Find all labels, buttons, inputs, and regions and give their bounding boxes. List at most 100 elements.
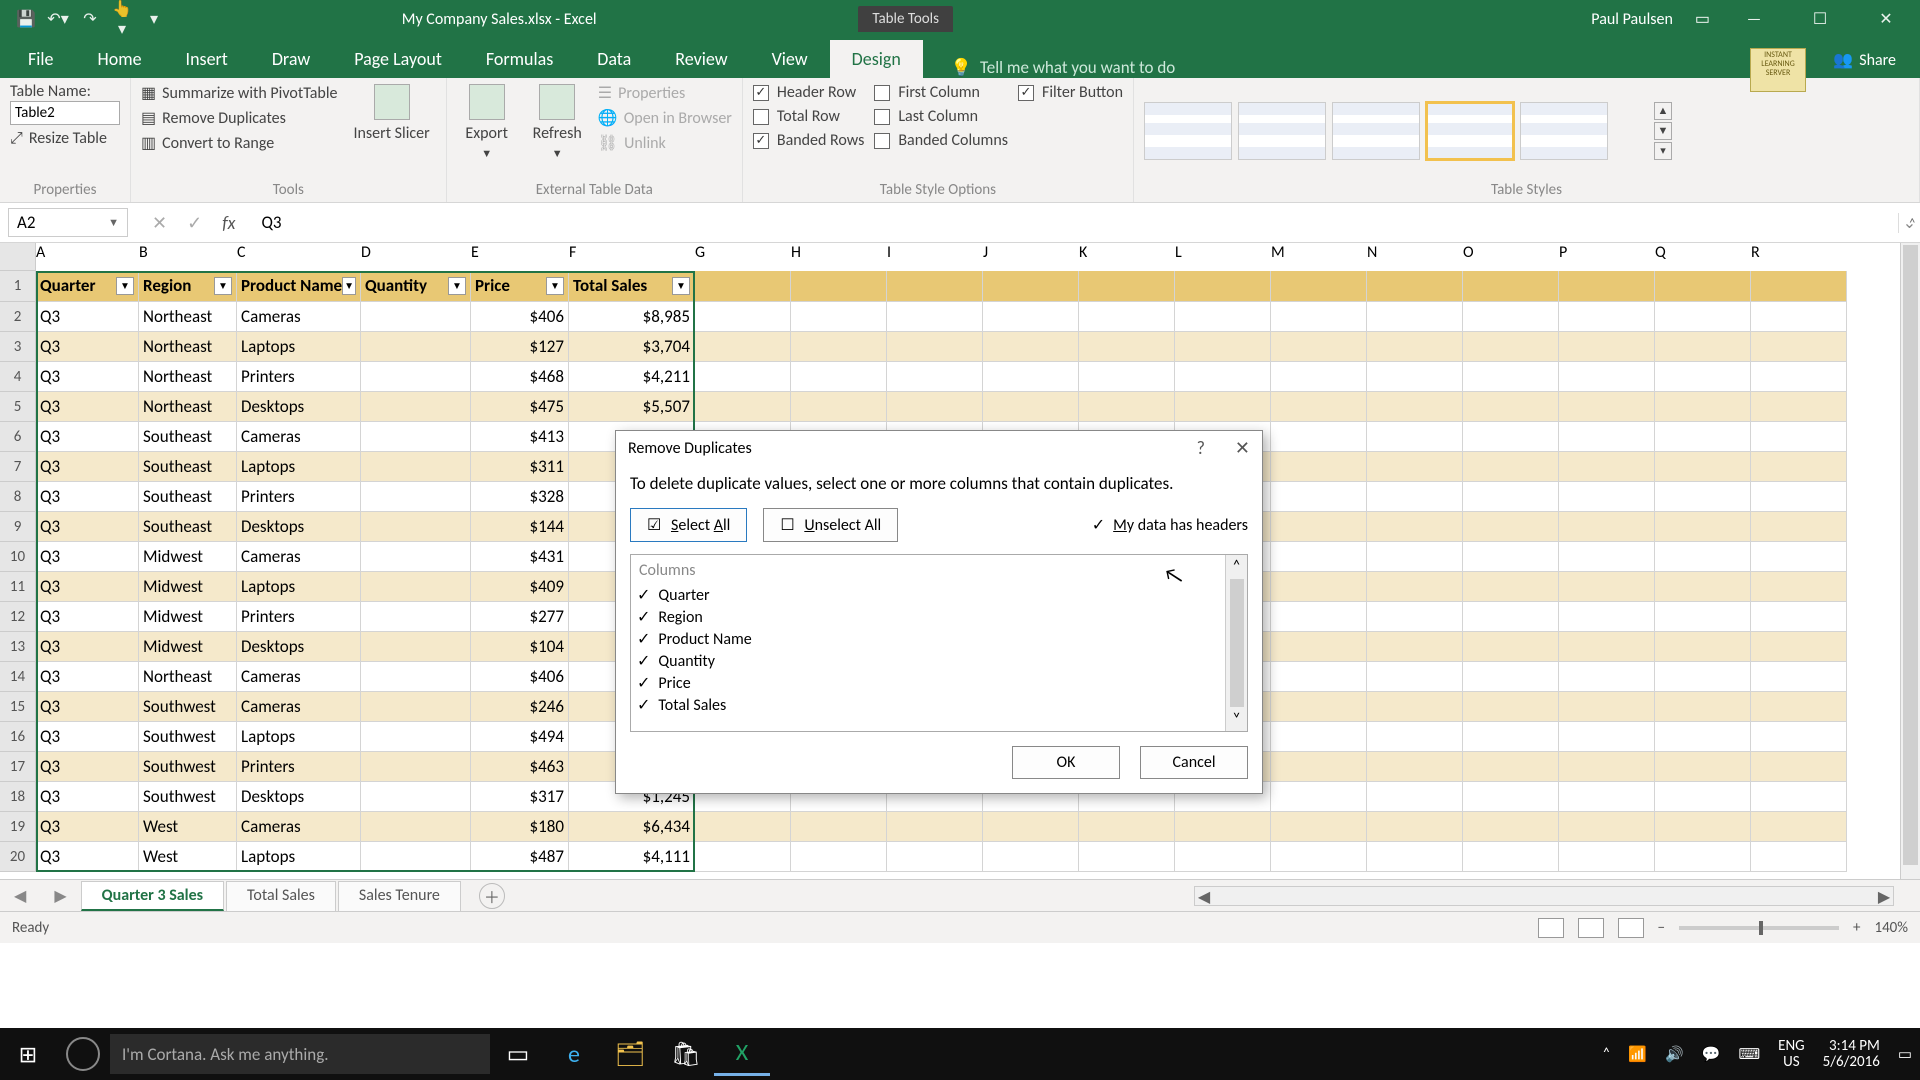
cell-E7[interactable]: $311 [471,452,569,482]
vertical-scrollbar[interactable] [1900,243,1920,879]
remove-duplicates-button[interactable]: ▤Remove Duplicates [141,107,337,129]
cell-C7[interactable]: Laptops [237,452,361,482]
tab-draw[interactable]: Draw [250,40,332,78]
cell-F5[interactable]: $5,507 [569,392,695,422]
cell[interactable] [1079,302,1175,332]
cell[interactable] [1751,692,1847,722]
header-row-checkbox[interactable]: ✓Header Row [753,82,864,103]
cell[interactable] [1751,782,1847,812]
cell-A8[interactable]: Q3 [36,482,139,512]
cell-E5[interactable]: $475 [471,392,569,422]
zoom-slider-handle[interactable] [1759,921,1763,935]
cell[interactable] [1367,452,1463,482]
cell-D19[interactable] [361,812,471,842]
cell[interactable] [887,332,983,362]
banded-columns-checkbox[interactable]: Banded Columns [874,130,1008,151]
filter-dropdown-icon[interactable]: ▼ [672,277,690,295]
cell[interactable] [1175,271,1271,302]
cell[interactable] [1655,512,1751,542]
cell-F2[interactable]: $8,985 [569,302,695,332]
cell[interactable] [887,271,983,302]
cell[interactable] [1271,422,1367,452]
cell[interactable] [1751,362,1847,392]
resize-table-button[interactable]: ⤢Resize Table [10,128,120,149]
cell-A4[interactable]: Q3 [36,362,139,392]
cell-D16[interactable] [361,722,471,752]
cell[interactable] [1559,782,1655,812]
cell-E11[interactable]: $409 [471,572,569,602]
cell-E18[interactable]: $317 [471,782,569,812]
start-button[interactable]: ⊞ [0,1041,56,1068]
cell[interactable] [983,362,1079,392]
cell-B11[interactable]: Midwest [139,572,237,602]
gallery-up-button[interactable]: ▲ [1654,102,1672,120]
row-header-15[interactable]: 15 [0,692,36,722]
cell-C19[interactable]: Cameras [237,812,361,842]
column-header-M[interactable]: M [1271,243,1367,271]
cell[interactable] [1751,722,1847,752]
cell[interactable] [1559,722,1655,752]
chevron-down-icon[interactable]: ▼ [108,216,119,229]
zoom-level[interactable]: 140% [1874,919,1908,937]
cell-A13[interactable]: Q3 [36,632,139,662]
cell-C14[interactable]: Cameras [237,662,361,692]
cell[interactable] [1367,572,1463,602]
table-header-region[interactable]: Region▼ [139,271,237,302]
tell-me-input[interactable]: 💡Tell me what you want to do [923,57,1818,78]
excel-app-button[interactable]: X [714,1032,770,1076]
minimize-button[interactable]: — [1732,10,1776,29]
row-header-13[interactable]: 13 [0,632,36,662]
cell[interactable] [695,362,791,392]
cell[interactable] [1463,602,1559,632]
cell-B20[interactable]: West [139,842,237,872]
sheet-tab-quarter-3-sales[interactable]: Quarter 3 Sales [81,881,224,911]
cell[interactable] [1559,602,1655,632]
messages-icon[interactable]: 💬 [1702,1045,1721,1064]
cell-D9[interactable] [361,512,471,542]
file-explorer-button[interactable]: 🗂 [602,1034,658,1075]
cell[interactable] [1271,782,1367,812]
cell[interactable] [1559,482,1655,512]
cell[interactable] [1559,302,1655,332]
tab-design[interactable]: Design [830,40,923,78]
listbox-scrollbar[interactable]: ˄˅ [1225,555,1247,731]
cell[interactable] [1175,302,1271,332]
cell[interactable] [1655,332,1751,362]
cell[interactable] [1655,722,1751,752]
cell[interactable] [1655,812,1751,842]
cell[interactable] [1463,812,1559,842]
cell-B18[interactable]: Southwest [139,782,237,812]
cell[interactable] [1463,572,1559,602]
gallery-down-button[interactable]: ▼ [1654,122,1672,140]
cell[interactable] [1463,512,1559,542]
cell-A12[interactable]: Q3 [36,602,139,632]
cell[interactable] [1079,812,1175,842]
cell-A3[interactable]: Q3 [36,332,139,362]
cell[interactable] [1463,422,1559,452]
cell[interactable] [1655,782,1751,812]
cell-E15[interactable]: $246 [471,692,569,722]
table-header-product-name[interactable]: Product Name▼ [237,271,361,302]
tab-insert[interactable]: Insert [164,40,250,78]
cell[interactable] [1367,302,1463,332]
tab-formulas[interactable]: Formulas [464,40,575,78]
cell-B4[interactable]: Northeast [139,362,237,392]
cancel-formula-button[interactable]: ✕ [152,212,167,234]
cell-A10[interactable]: Q3 [36,542,139,572]
cell-D17[interactable] [361,752,471,782]
cell[interactable] [1079,332,1175,362]
cell-C5[interactable]: Desktops [237,392,361,422]
cell-E4[interactable]: $468 [471,362,569,392]
filter-dropdown-icon[interactable]: ▼ [546,277,564,295]
column-header-A[interactable]: A [36,243,139,271]
ok-button[interactable]: OK [1012,746,1120,779]
cell[interactable] [791,332,887,362]
cell[interactable] [1559,692,1655,722]
cell-E16[interactable]: $494 [471,722,569,752]
cell[interactable] [791,362,887,392]
cell[interactable] [1367,271,1463,302]
table-style-thumb[interactable] [1520,102,1608,160]
cell[interactable] [1751,482,1847,512]
cell[interactable] [791,271,887,302]
row-header-6[interactable]: 6 [0,422,36,452]
